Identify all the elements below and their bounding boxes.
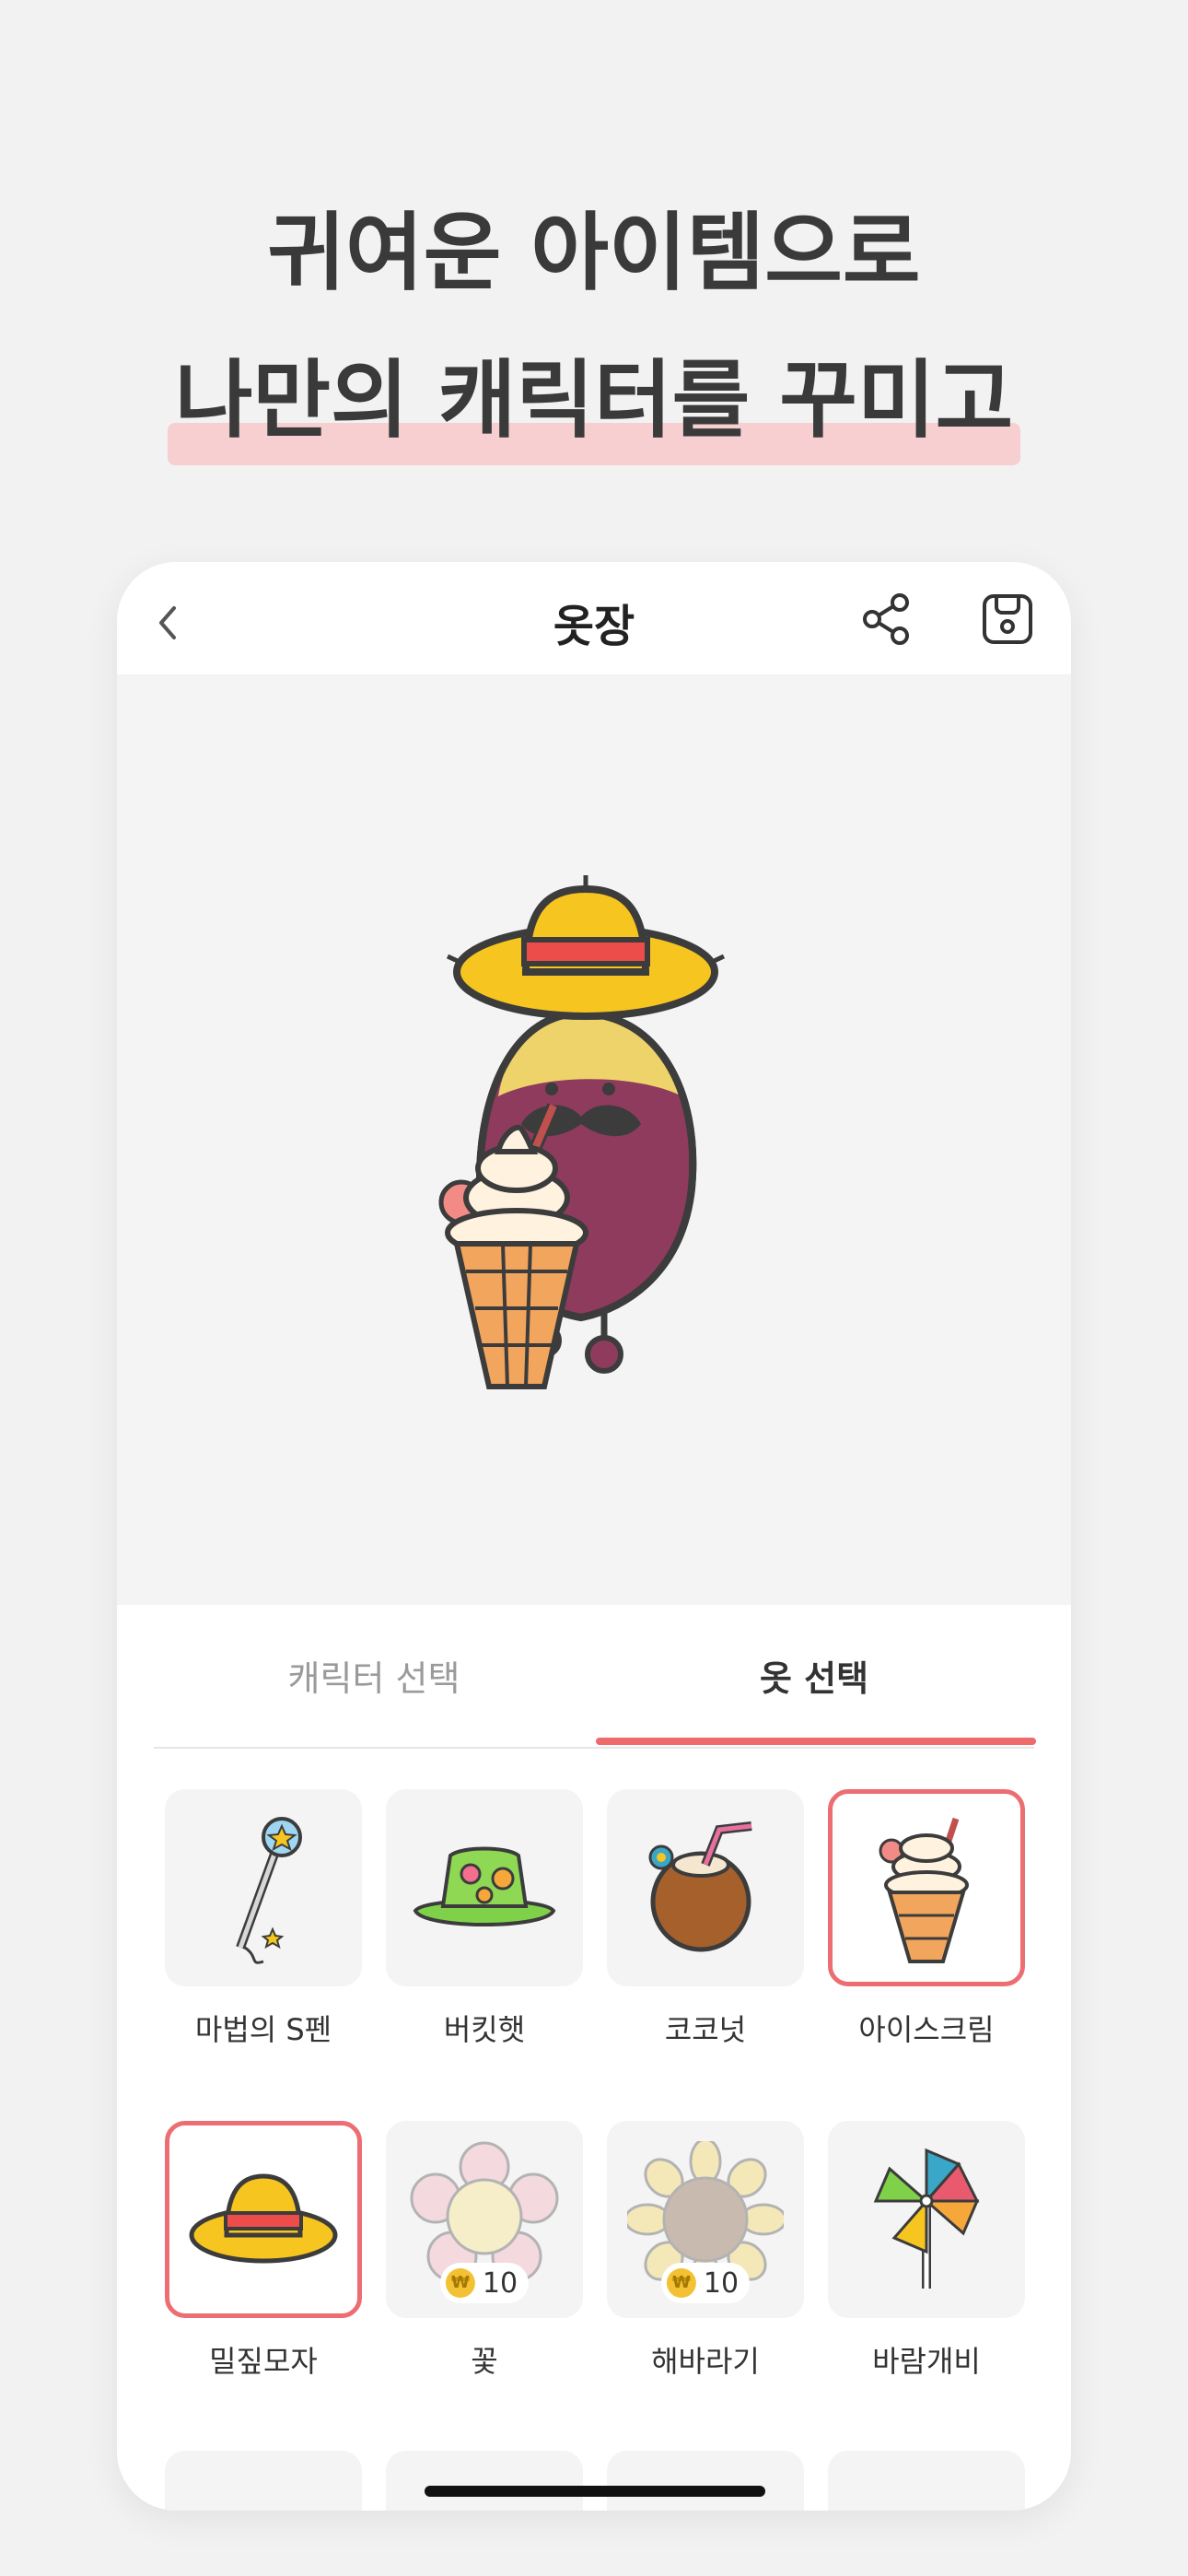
share-icon [863,593,909,645]
item-tile[interactable] [828,2121,1025,2318]
promo-line-1: 귀여운 아이템으로 [267,204,921,302]
item-label: 바람개비 [872,2344,981,2379]
price-badge: ₩ 10 [660,2263,751,2303]
item-tile[interactable]: ₩ 10 [386,2121,583,2318]
promo-headline: 귀여운 아이템으로 나만의 캐릭터를 꾸미고 [0,180,1188,474]
item-tile[interactable] [386,1789,583,1986]
price-value: 10 [482,2266,518,2300]
sweet-potato-character [438,875,726,1389]
bucket-hat-icon [413,1846,556,1926]
item-magic-pen[interactable]: 마법의 S펜 [165,1789,362,2049]
character-preview [117,674,1071,1605]
item-tile-selected[interactable] [828,1789,1025,1986]
item-label: 마법의 S펜 [194,2012,332,2047]
coin-icon: ₩ [666,2268,696,2298]
item-label: 버킷햇 [443,2012,526,2047]
item-label: 코코넛 [664,2012,747,2047]
magic-pen-icon [236,1817,302,1964]
coconut-icon [648,1821,752,1952]
tab-bar: 캐릭터 선택 옷 선택 [154,1605,1034,1752]
item-tile-partial[interactable] [607,2451,804,2511]
straw-hat-icon [189,2173,338,2264]
item-tile[interactable] [607,1789,804,1986]
item-bucket-hat[interactable]: 버킷햇 [386,1789,583,2049]
tab-character-select[interactable]: 캐릭터 선택 [154,1605,594,1745]
item-sunflower[interactable]: ₩ 10 해바라기 [607,2121,804,2381]
item-tile-partial[interactable] [828,2451,1025,2511]
phone-screen: 옷장 캐릭터 선택 옷 선택 마법의 S펜 버킷햇 코코넛 아이스크림 밀짚모자… [117,562,1071,2511]
tab-divider [154,1747,1034,1749]
save-button[interactable] [978,590,1037,649]
ice-cream-icon [879,1817,969,1963]
navbar: 옷장 [117,562,1071,674]
item-pinwheel[interactable]: 바람개비 [828,2121,1025,2381]
pinwheel-icon [873,2148,980,2289]
promo-line-2: 나만의 캐릭터를 꾸미고 [167,327,1021,474]
price-badge: ₩ 10 [439,2263,530,2303]
item-tile[interactable]: ₩ 10 [607,2121,804,2318]
item-label: 해바라기 [651,2344,760,2379]
item-label: 아이스크림 [858,2012,995,2047]
save-icon [983,594,1032,644]
home-indicator[interactable] [425,2486,765,2497]
item-straw-hat[interactable]: 밀짚모자 [165,2121,362,2381]
item-tile-selected[interactable] [165,2121,362,2318]
item-tile-partial[interactable] [386,2451,583,2511]
price-value: 10 [703,2266,740,2300]
coin-icon: ₩ [445,2268,475,2298]
item-flower[interactable]: ₩ 10 꽃 [386,2121,583,2381]
page-title: 옷장 [553,601,635,652]
item-ice-cream[interactable]: 아이스크림 [828,1789,1025,2049]
share-button[interactable] [857,590,916,649]
item-label: 꽃 [471,2344,498,2379]
tab-clothes-select[interactable]: 옷 선택 [594,1605,1034,1745]
item-tile-partial[interactable] [165,2451,362,2511]
item-label: 밀짚모자 [209,2344,318,2379]
item-coconut[interactable]: 코코넛 [607,1789,804,2049]
item-tile[interactable] [165,1789,362,1986]
active-tab-indicator [596,1738,1036,1745]
